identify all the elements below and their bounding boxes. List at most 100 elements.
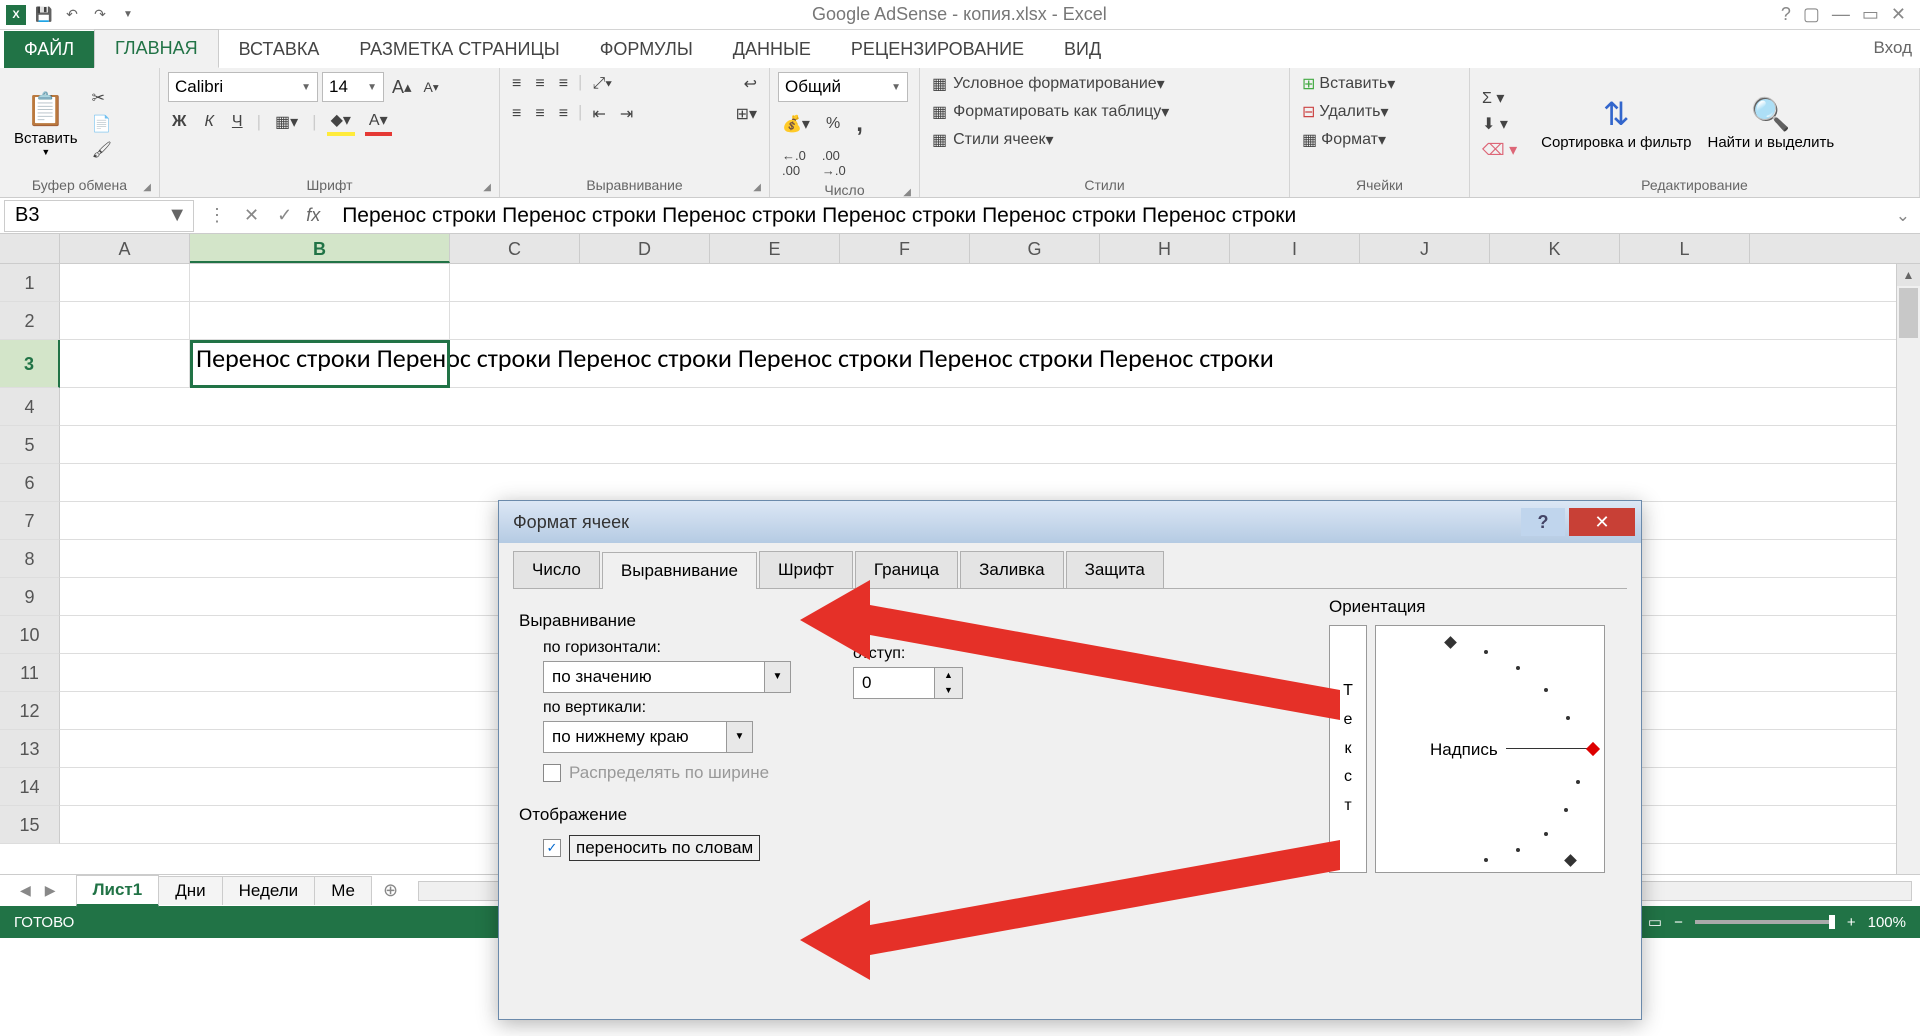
increase-decimal-icon[interactable]: ←.0.00: [778, 146, 810, 180]
launcher-icon[interactable]: ◢: [483, 182, 491, 193]
launcher-icon[interactable]: ◢: [143, 182, 151, 193]
col-header[interactable]: B: [190, 234, 450, 263]
sheet-next-icon[interactable]: ▶: [45, 882, 56, 899]
underline-button[interactable]: Ч: [228, 111, 247, 133]
sheet-tab[interactable]: Недели: [222, 876, 316, 905]
col-header[interactable]: A: [60, 234, 190, 263]
enter-icon[interactable]: ✓: [277, 205, 292, 226]
indent-spinner[interactable]: ▲▼: [853, 667, 963, 699]
col-header[interactable]: F: [840, 234, 970, 263]
vertical-text-button[interactable]: Текст: [1329, 625, 1367, 873]
increase-indent-icon[interactable]: ⇥: [616, 102, 637, 126]
col-header[interactable]: E: [710, 234, 840, 263]
font-size-combo[interactable]: 14▼: [322, 72, 384, 102]
wrap-text-icon[interactable]: ↩: [740, 72, 761, 96]
dlg-tab-number[interactable]: Число: [513, 551, 600, 588]
spinner-down-icon[interactable]: ▼: [935, 683, 962, 698]
undo-icon[interactable]: ↶: [62, 5, 82, 25]
zoom-slider[interactable]: [1695, 920, 1835, 924]
dlg-tab-protect[interactable]: Защита: [1066, 551, 1164, 588]
increase-font-icon[interactable]: A▴: [388, 75, 416, 100]
row-header[interactable]: 12: [0, 692, 60, 730]
borders-icon[interactable]: ▦▾: [271, 110, 302, 134]
cell-styles-button[interactable]: ▦Стили ячеек ▾: [928, 128, 1281, 152]
col-header[interactable]: K: [1490, 234, 1620, 263]
comma-icon[interactable]: ,: [852, 108, 867, 140]
launcher-icon[interactable]: ◢: [753, 182, 761, 193]
col-header[interactable]: G: [970, 234, 1100, 263]
select-all-corner[interactable]: [0, 234, 60, 263]
scroll-up-icon[interactable]: ▲: [1897, 264, 1920, 286]
sheet-tab[interactable]: Ме: [314, 876, 372, 905]
font-name-combo[interactable]: Calibri▼: [168, 72, 318, 102]
copy-icon[interactable]: 📄: [88, 112, 116, 136]
row-header[interactable]: 10: [0, 616, 60, 654]
row-header[interactable]: 2: [0, 302, 60, 340]
dlg-tab-fill[interactable]: Заливка: [960, 551, 1063, 588]
decrease-indent-icon[interactable]: ⇤: [588, 102, 609, 126]
horiz-align-combo[interactable]: по значению▼: [543, 661, 791, 693]
save-icon[interactable]: 💾: [34, 5, 54, 25]
clear-icon[interactable]: ⌫ ▾: [1478, 138, 1521, 162]
add-sheet-button[interactable]: ⊕: [371, 876, 410, 905]
sort-filter-button[interactable]: ⇅ Сортировка и фильтр: [1535, 93, 1697, 154]
row-header[interactable]: 5: [0, 426, 60, 464]
zoom-in-icon[interactable]: +: [1847, 914, 1856, 931]
zoom-level[interactable]: 100%: [1868, 914, 1906, 931]
row-header[interactable]: 7: [0, 502, 60, 540]
find-select-button[interactable]: 🔍 Найти и выделить: [1701, 93, 1840, 154]
tab-view[interactable]: ВИД: [1044, 31, 1121, 68]
col-header[interactable]: J: [1360, 234, 1490, 263]
name-dropdown-icon[interactable]: ⋮: [208, 205, 226, 226]
vert-align-combo[interactable]: по нижнему краю▼: [543, 721, 753, 753]
fill-icon[interactable]: ⬇ ▾: [1478, 112, 1521, 136]
row-header[interactable]: 14: [0, 768, 60, 806]
formula-input[interactable]: [334, 204, 1886, 228]
orientation-handle[interactable]: [1586, 742, 1600, 756]
tab-insert[interactable]: ВСТАВКА: [219, 31, 340, 68]
decrease-font-icon[interactable]: A▾: [420, 77, 443, 97]
tab-file[interactable]: ФАЙЛ: [4, 31, 94, 68]
paste-button[interactable]: 📋 Вставить ▼: [8, 88, 84, 159]
tab-layout[interactable]: РАЗМЕТКА СТРАНИЦЫ: [339, 31, 579, 68]
percent-icon[interactable]: %: [822, 108, 844, 140]
col-header[interactable]: H: [1100, 234, 1230, 263]
dialog-titlebar[interactable]: Формат ячеек ? ✕: [499, 501, 1641, 543]
row-header[interactable]: 1: [0, 264, 60, 302]
align-bottom-icon[interactable]: ≡: [555, 72, 572, 96]
format-cells-button[interactable]: ▦Формат ▾: [1298, 128, 1461, 152]
zoom-out-icon[interactable]: −: [1674, 914, 1683, 931]
row-header[interactable]: 8: [0, 540, 60, 578]
align-center-icon[interactable]: ≡: [531, 102, 548, 126]
name-box[interactable]: B3▼: [4, 200, 194, 232]
login-link[interactable]: Вход: [1874, 38, 1912, 58]
align-top-icon[interactable]: ≡: [508, 72, 525, 96]
orientation-icon[interactable]: ⤢▾: [588, 72, 616, 96]
col-header[interactable]: D: [580, 234, 710, 263]
sheet-prev-icon[interactable]: ◀: [20, 882, 31, 899]
merge-icon[interactable]: ⊞▾: [732, 102, 761, 126]
ribbon-toggle-icon[interactable]: ▢: [1803, 4, 1820, 25]
row-header[interactable]: 11: [0, 654, 60, 692]
cancel-icon[interactable]: ✕: [244, 205, 259, 226]
vertical-scrollbar[interactable]: ▲: [1896, 264, 1920, 874]
col-header[interactable]: L: [1620, 234, 1750, 263]
expand-formula-icon[interactable]: ⌄: [1886, 206, 1920, 226]
row-header[interactable]: 6: [0, 464, 60, 502]
help-icon[interactable]: ?: [1781, 4, 1791, 25]
row-header[interactable]: 15: [0, 806, 60, 844]
indent-input[interactable]: [854, 668, 934, 698]
align-right-icon[interactable]: ≡: [555, 102, 572, 126]
col-header[interactable]: C: [450, 234, 580, 263]
dlg-tab-align[interactable]: Выравнивание: [602, 552, 757, 589]
fx-icon[interactable]: fx: [306, 205, 334, 226]
tab-data[interactable]: ДАННЫЕ: [713, 31, 831, 68]
row-header[interactable]: 13: [0, 730, 60, 768]
align-middle-icon[interactable]: ≡: [531, 72, 548, 96]
close-icon[interactable]: ✕: [1891, 4, 1906, 25]
scroll-thumb[interactable]: [1899, 288, 1918, 338]
currency-icon[interactable]: 💰▾: [778, 108, 814, 140]
dlg-tab-font[interactable]: Шрифт: [759, 551, 853, 588]
launcher-icon[interactable]: ◢: [903, 187, 911, 198]
redo-icon[interactable]: ↷: [90, 5, 110, 25]
